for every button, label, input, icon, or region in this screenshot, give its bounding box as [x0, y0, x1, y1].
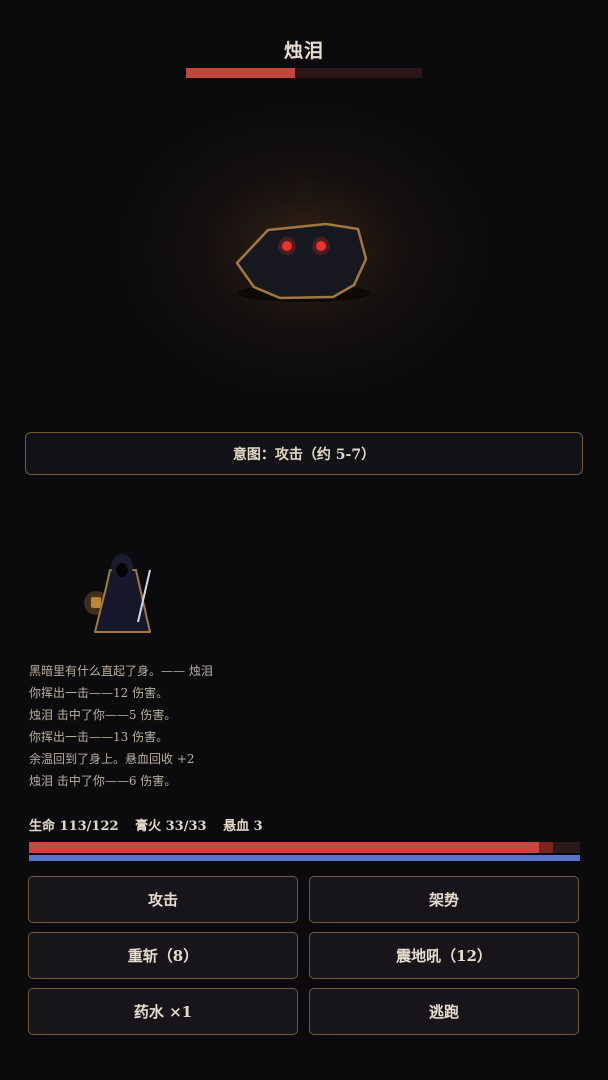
quake-roar-button[interactable]: 震地吼（12） — [309, 932, 579, 979]
player-stats: 生命 113/122 膏火 33/33 悬血 3 — [29, 815, 275, 834]
player-hp-label: 生命 113/122 — [29, 819, 119, 834]
combat-log: 黑暗里有什么直起了身。—— 烛泪 你挥出一击——12 伤害。 烛泪 击中了你——… — [29, 660, 569, 792]
enemy-body — [235, 222, 368, 300]
enemy-health-bar — [186, 68, 422, 78]
log-line: 你挥出一击——13 伤害。 — [29, 730, 169, 744]
player-fire-fill — [29, 855, 580, 861]
player-face — [116, 563, 128, 577]
log-line: 烛泪 击中了你——5 伤害。 — [29, 708, 177, 722]
stance-button[interactable]: 架势 — [309, 876, 579, 923]
enemy-name: 烛泪 — [283, 40, 324, 62]
enemy-sprite[interactable] — [228, 215, 378, 310]
player-sprite — [84, 554, 151, 633]
enemy-eye-left-core — [282, 241, 292, 251]
player-fire-bar — [29, 855, 580, 861]
player-fire-label: 膏火 33/33 — [135, 819, 207, 834]
log-line: 烛泪 击中了你——6 伤害。 — [29, 774, 177, 788]
player-blood-label: 悬血 3 — [223, 819, 263, 834]
enemy-intent: 意图：攻击（约 5-7） — [25, 432, 583, 475]
flee-button[interactable]: 逃跑 — [309, 988, 579, 1035]
log-line: 余温回到了身上。悬血回收 +2 — [29, 752, 195, 766]
potion-button[interactable]: 药水 ×1 — [28, 988, 298, 1035]
lantern-icon — [91, 597, 101, 608]
player-health-recent-loss — [539, 842, 553, 853]
enemy-health-fill — [186, 68, 295, 78]
log-line: 你挥出一击——12 伤害。 — [29, 686, 169, 700]
player-health-fill — [29, 842, 540, 853]
enemy-eye-right-core — [316, 241, 326, 251]
heavy-slash-button[interactable]: 重斩（8） — [28, 932, 298, 979]
player-health-bar — [29, 842, 580, 853]
log-line: 黑暗里有什么直起了身。—— 烛泪 — [29, 664, 213, 678]
player-cloak — [94, 569, 151, 633]
attack-button[interactable]: 攻击 — [28, 876, 298, 923]
